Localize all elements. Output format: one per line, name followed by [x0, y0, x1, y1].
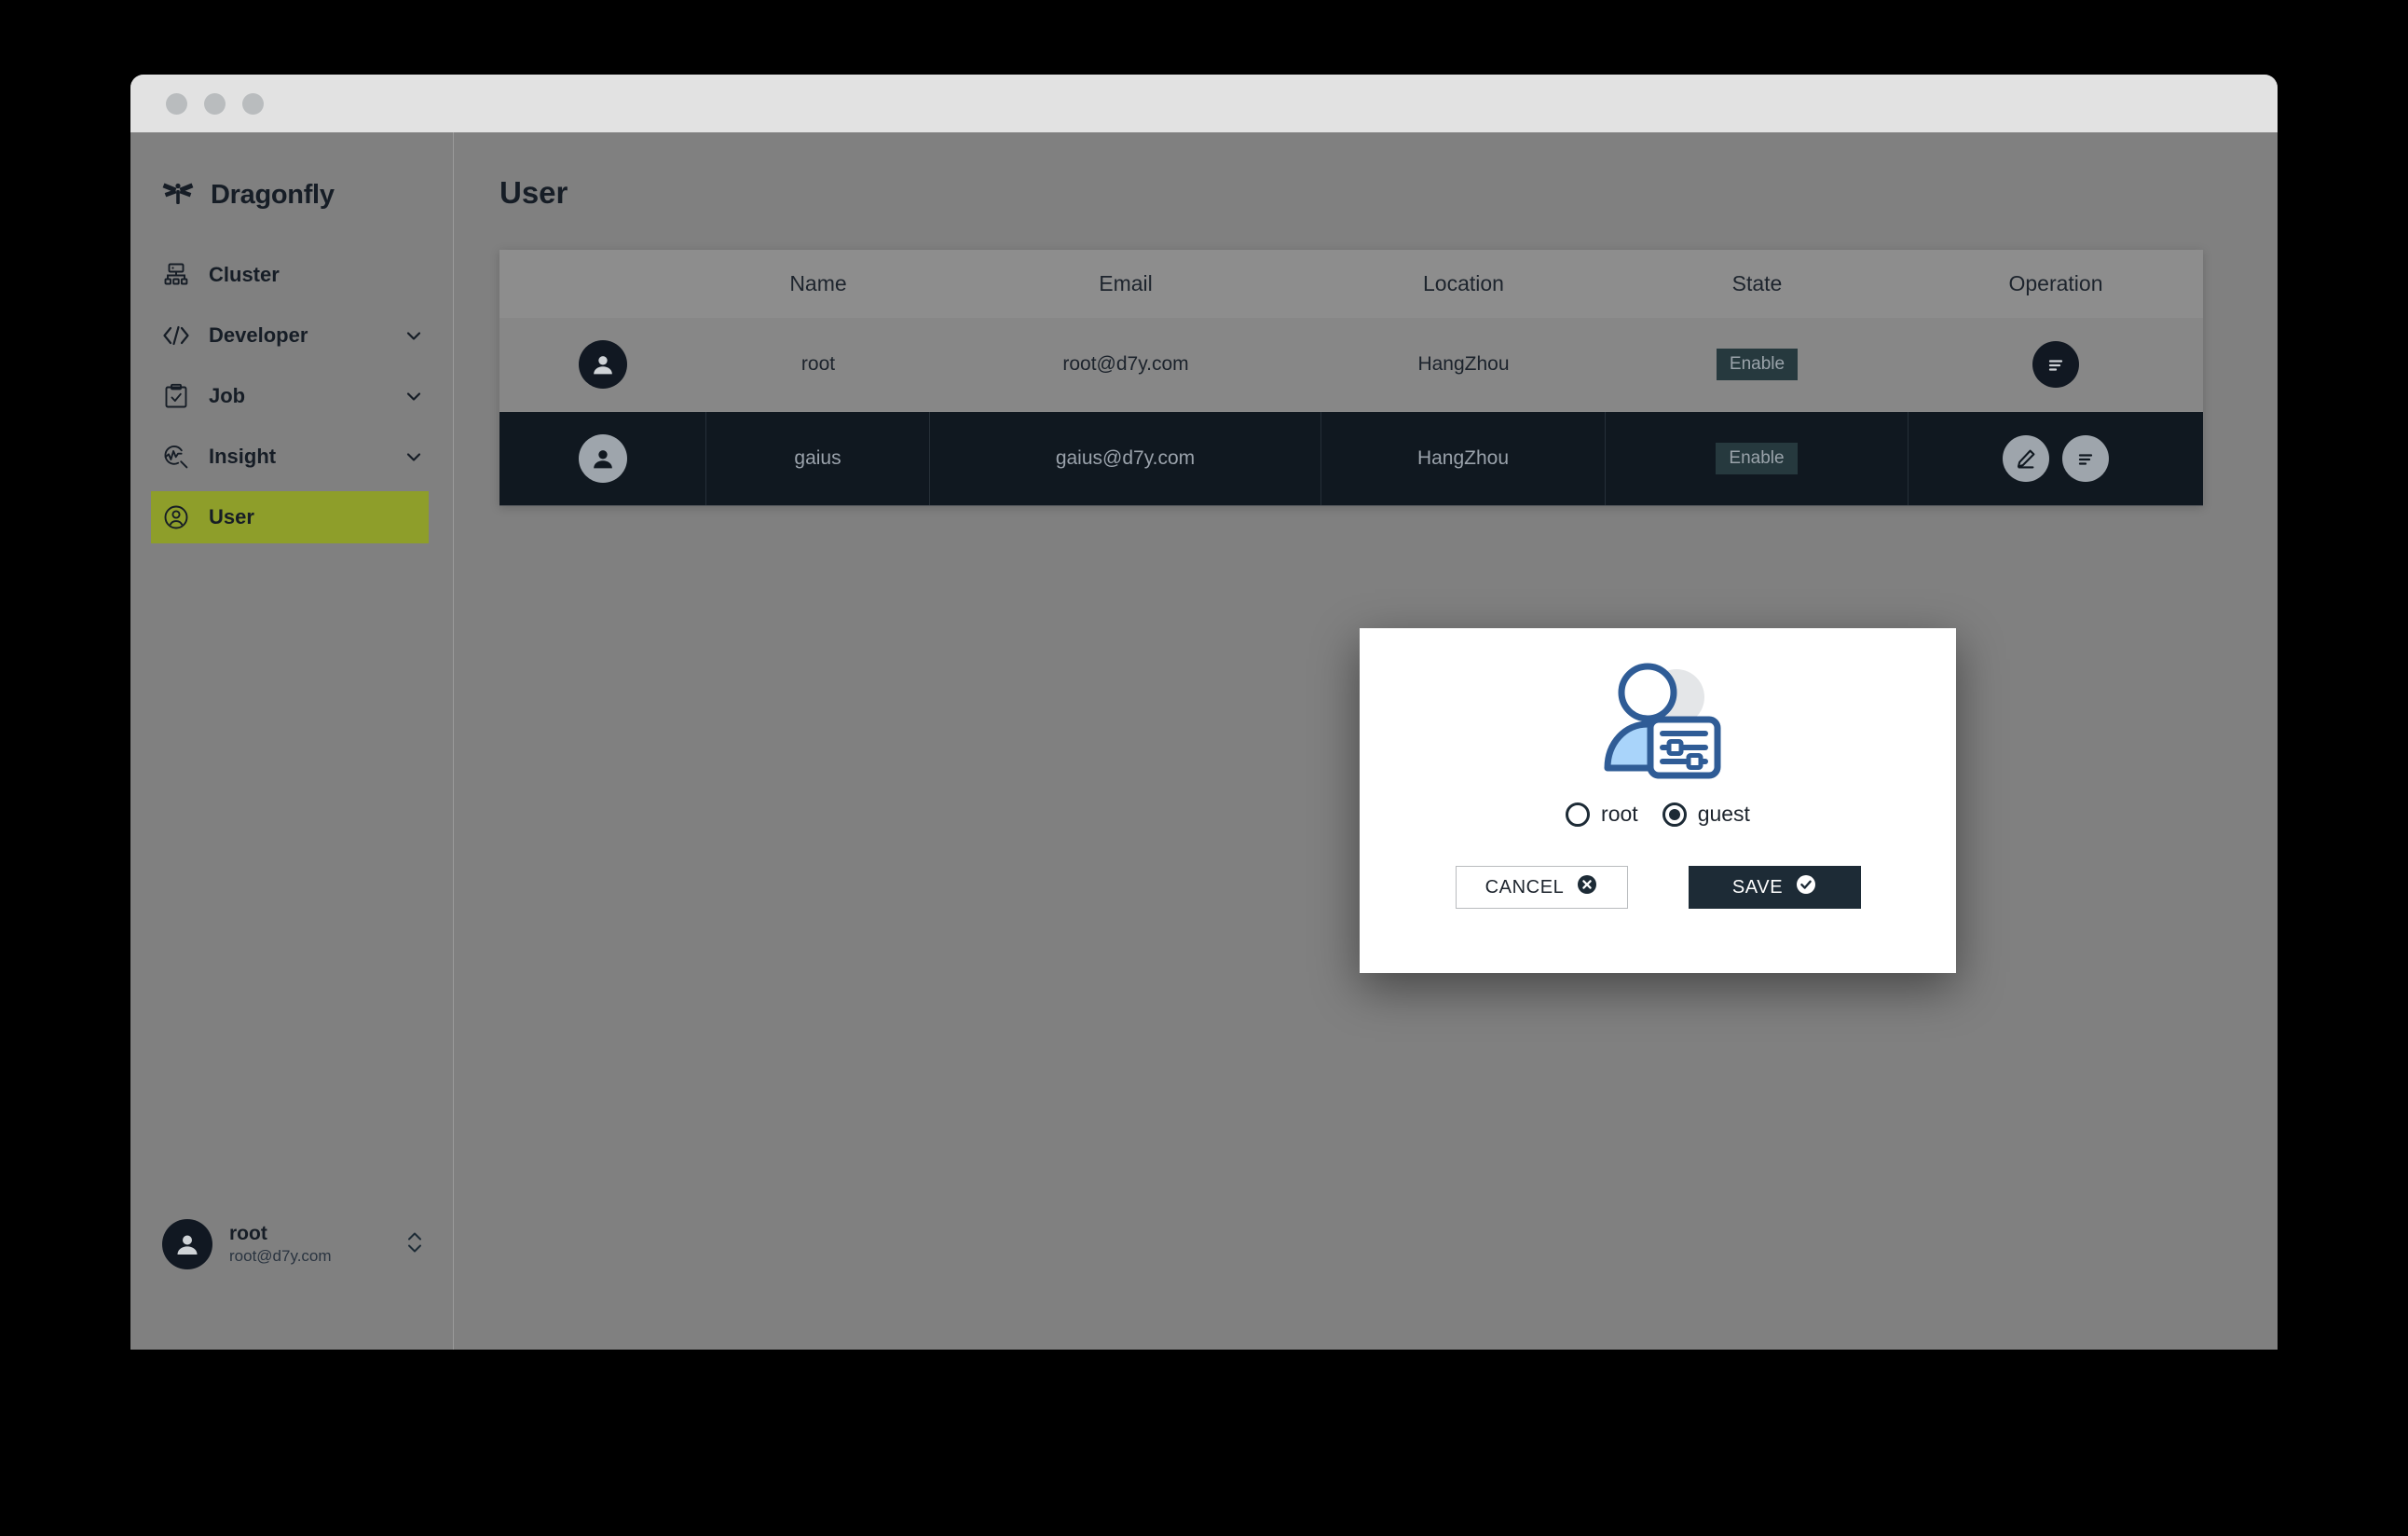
- sidebar-profile[interactable]: root root@d7y.com: [130, 1219, 453, 1269]
- sidebar-item-cluster[interactable]: Cluster: [130, 249, 429, 301]
- modal-actions: CANCEL SAVE: [1455, 866, 1861, 909]
- row-email: gaius@d7y.com: [930, 412, 1321, 505]
- sidebar-item-label: User: [209, 505, 254, 528]
- user-circle-icon: [162, 503, 190, 531]
- avatar-icon: [578, 434, 627, 483]
- window-close-button[interactable]: [166, 92, 187, 115]
- sidebar-item-user[interactable]: User: [151, 491, 429, 543]
- sidebar-item-label: Job: [209, 384, 246, 407]
- status-badge: Enable: [1716, 349, 1799, 380]
- role-radio-group: root guest: [1566, 802, 1750, 827]
- row-avatar-cell: [499, 412, 706, 505]
- sidebar-item-job[interactable]: Job: [130, 370, 429, 422]
- table-row[interactable]: gaius gaius@d7y.com HangZhou Enable: [499, 412, 2203, 506]
- brand[interactable]: Dragonfly: [130, 132, 453, 213]
- chevron-up-down-icon[interactable]: [404, 1227, 425, 1263]
- brand-name: Dragonfly: [211, 180, 335, 210]
- dragonfly-logo-icon: [162, 177, 194, 213]
- avatar-icon: [579, 340, 627, 389]
- clipboard-check-icon: [162, 382, 190, 410]
- user-role-modal: root guest CANCEL SAVE: [1360, 628, 1956, 973]
- sidebar-item-label: Cluster: [209, 263, 280, 286]
- window-titlebar: [130, 75, 2278, 132]
- app-body: Dragonfly Cluster Developer Job Insight …: [130, 132, 2278, 1350]
- chevron-down-icon[interactable]: [403, 446, 425, 468]
- chevron-down-icon[interactable]: [403, 324, 425, 347]
- radio-option-guest[interactable]: guest: [1662, 802, 1750, 827]
- status-badge: Enable: [1716, 443, 1798, 474]
- cancel-button[interactable]: CANCEL: [1455, 866, 1628, 909]
- row-operations: [1909, 318, 2203, 411]
- table-header-name[interactable]: Name: [706, 271, 930, 296]
- code-icon: [162, 322, 190, 350]
- row-avatar-cell: [499, 318, 706, 411]
- sidebar-nav: Cluster Developer Job Insight User: [130, 249, 453, 543]
- radio-option-root[interactable]: root: [1566, 802, 1638, 827]
- window-minimize-button[interactable]: [204, 92, 226, 115]
- avatar-icon: [162, 1219, 212, 1269]
- radio-label: guest: [1697, 802, 1750, 826]
- row-state-cell: Enable: [1606, 412, 1909, 505]
- table-header-email[interactable]: Email: [930, 271, 1321, 296]
- table-header-operation: Operation: [2008, 270, 2103, 295]
- profile-name: root: [229, 1222, 267, 1244]
- page-title: User: [499, 175, 568, 210]
- table-row[interactable]: root root@d7y.com HangZhou Enable: [499, 318, 2203, 412]
- list-icon[interactable]: [2032, 341, 2079, 388]
- edit-pencil-icon[interactable]: [2003, 435, 2049, 482]
- user-settings-illustration: [1583, 654, 1732, 794]
- row-email: root@d7y.com: [1062, 353, 1189, 375]
- table-header-state[interactable]: State: [1606, 271, 1909, 296]
- main-content: User Name Email Location State Operation: [454, 132, 2278, 1350]
- table-header-row: Name Email Location State Operation: [499, 250, 2203, 318]
- save-button-label: SAVE: [1731, 876, 1784, 898]
- sidebar-item-label: Developer: [209, 323, 308, 347]
- row-name: root: [800, 353, 836, 375]
- insight-search-icon: [162, 443, 190, 471]
- sidebar: Dragonfly Cluster Developer Job Insight …: [130, 132, 454, 1350]
- row-name: gaius: [706, 412, 930, 505]
- radio-indicator[interactable]: [1662, 802, 1687, 827]
- cancel-button-label: CANCEL: [1484, 876, 1565, 898]
- chevron-down-icon[interactable]: [403, 385, 425, 407]
- save-button[interactable]: SAVE: [1688, 866, 1861, 909]
- sidebar-item-developer[interactable]: Developer: [130, 309, 429, 362]
- sidebar-item-insight[interactable]: Insight: [130, 431, 429, 483]
- list-icon[interactable]: [2062, 435, 2109, 482]
- profile-email: root@d7y.com: [229, 1246, 332, 1265]
- radio-label: root: [1601, 802, 1638, 826]
- circle-check-icon: [1796, 874, 1816, 900]
- app-window: Dragonfly Cluster Developer Job Insight …: [130, 75, 2278, 1350]
- table-header-location[interactable]: Location: [1321, 271, 1606, 296]
- radio-indicator[interactable]: [1566, 802, 1591, 827]
- profile-text: root root@d7y.com: [229, 1222, 388, 1268]
- window-maximize-button[interactable]: [242, 92, 264, 115]
- user-table: Name Email Location State Operation root…: [499, 250, 2203, 506]
- row-state-cell: Enable: [1606, 318, 1909, 411]
- circle-x-icon: [1577, 874, 1597, 900]
- sidebar-item-label: Insight: [209, 445, 277, 468]
- row-operations: [1909, 412, 2203, 505]
- row-location: HangZhou: [1417, 353, 1510, 375]
- cluster-icon: [162, 261, 190, 289]
- row-location: HangZhou: [1321, 412, 1606, 505]
